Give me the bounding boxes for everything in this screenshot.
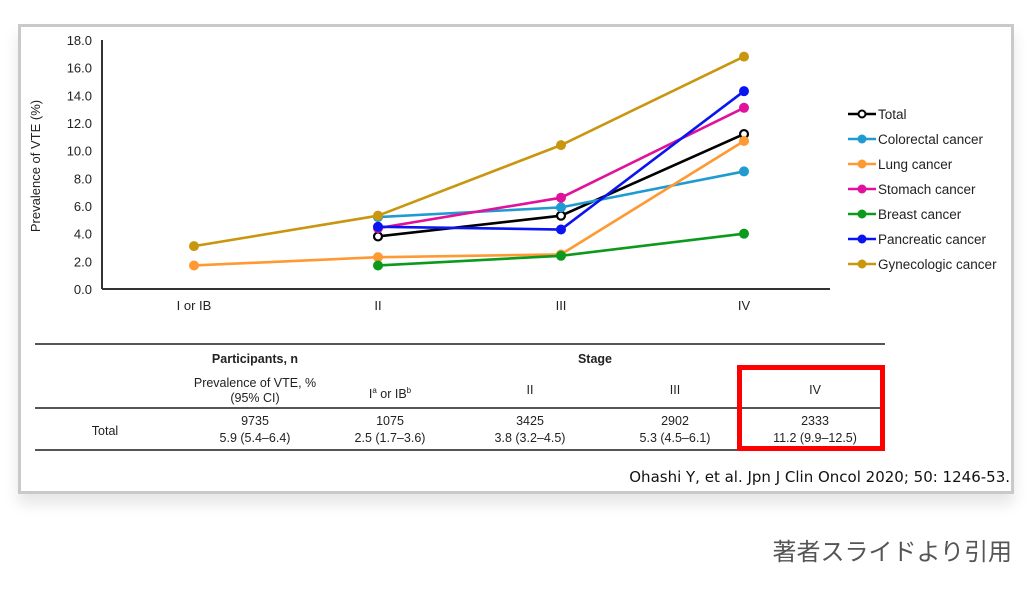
data-point [739,166,749,177]
overall-n: 9735 [241,414,269,428]
data-point [556,192,566,203]
row-label-total: Total [91,424,119,438]
image-caption: 著者スライドより引用 [772,538,1012,566]
legend-item: Gynecologic cancer [848,257,997,272]
data-point [739,135,749,146]
legend-item: Colorectal cancer [848,132,984,147]
table-top-rule [35,343,885,345]
legend-label: Pancreatic cancer [878,232,987,247]
series-layer [189,51,750,271]
y-tick-label: 10.0 [67,144,92,159]
y-axis: 0.0 2.0 4.0 6.0 8.0 10.0 12.0 14.0 16.0 18.0 [67,33,103,297]
x-tick-label: I or IB [177,298,212,313]
legend-label: Gynecologic cancer [878,257,997,272]
legend-item: Lung cancer [848,157,953,172]
y-tick-label: 12.0 [67,116,92,131]
data-point [556,140,566,151]
data-point [373,210,383,221]
data-point [556,202,566,213]
data-point [739,228,749,239]
stage-II-n: 3425 [516,414,544,428]
y-tick-label: 0.0 [74,282,92,297]
stage-III-n: 2902 [661,414,689,428]
participants-header: Participants, n [211,352,299,366]
legend-item: Stomach cancer [848,182,976,197]
stage-II-header: II [526,383,534,397]
legend-marker [857,234,867,244]
data-point [556,250,566,261]
legend-marker [857,259,867,269]
stage-II-prevalence: 3.8 (3.2–4.5) [494,431,566,445]
citation: Ohashi Y, et al. Jpn J Clin Oncol 2020; … [629,468,1010,486]
data-point [373,260,383,271]
stage-III-prevalence: 5.3 (4.5–6.1) [639,431,711,445]
data-point [372,231,384,242]
footnote-b: b [406,386,412,395]
x-tick-label: II [374,298,381,313]
line-chart: 0.0 2.0 4.0 6.0 8.0 10.0 12.0 14.0 16.0 18.0 I or… [28,33,997,313]
x-tick-label: III [556,298,567,313]
legend-marker [857,109,867,119]
data-point [189,241,199,252]
legend: Total Colorectal cancer Lung cancer Stomach… [848,107,997,272]
legend-label: Total [878,107,907,122]
legend-marker [857,134,867,144]
series-line [193,55,745,248]
stage-IV-highlight-box [737,365,885,451]
y-tick-label: 4.0 [74,227,92,242]
legend-marker [857,159,867,169]
x-axis: I or IB II III IV [102,288,830,313]
data-point [739,86,749,97]
overall-prevalence: 5.9 (5.4–6.4) [219,431,291,445]
data-point [189,260,199,271]
legend-item: Total [848,107,907,122]
stage-I-prevalence: 2.5 (1.7–3.6) [354,431,426,445]
x-tick-label: IV [738,298,751,313]
y-tick-label: 2.0 [74,254,92,269]
data-point [556,224,566,235]
legend-item: Pancreatic cancer [848,232,987,247]
y-tick-label: 14.0 [67,88,92,103]
data-point [739,102,749,113]
stage-IB-label: or IB [376,387,407,402]
stage-III-header: III [669,383,681,397]
legend-label: Breast cancer [878,207,962,222]
y-tick-label: 16.0 [67,61,92,76]
series-line [193,139,745,267]
legend-label: Stomach cancer [878,182,976,197]
data-point [739,51,749,62]
data-point [555,210,567,221]
y-axis-label: Prevalence of VTE (%) [28,100,43,232]
y-tick-label: 18.0 [67,33,92,48]
y-tick-label: 8.0 [74,171,92,186]
data-point [373,221,383,232]
prevalence-header-line2: (95% CI) [230,391,280,405]
legend-item: Breast cancer [848,207,962,222]
stage-I-header: Ia or IBb [330,383,450,402]
series-lung-cancer [189,135,749,271]
legend-marker [857,209,867,219]
stage-I-n: 1075 [376,414,404,428]
legend-label: Lung cancer [878,157,953,172]
y-tick-label: 6.0 [74,199,92,214]
legend-marker [857,184,867,194]
legend-label: Colorectal cancer [878,132,984,147]
prevalence-header-line1: Prevalence of VTE, % [193,376,317,390]
